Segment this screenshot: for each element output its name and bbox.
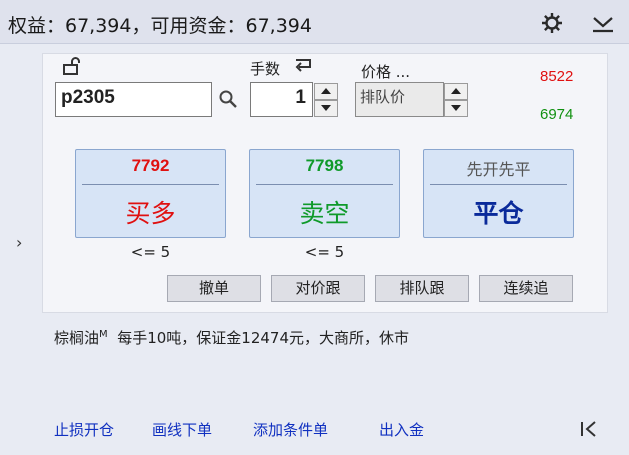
close-position-label: 平仓 [473,199,524,228]
follow-counter-price-button[interactable]: 对价跟 [271,275,365,302]
sell-short-label: 卖空 [299,199,350,228]
buy-price: 7792 [131,156,170,175]
quantity-up-button[interactable] [314,83,338,100]
buy-limit: <= 5 [130,243,171,261]
price-input[interactable]: 排队价 [355,82,444,117]
sell-limit: <= 5 [304,243,345,261]
buy-long-label: 买多 [125,199,176,228]
symbol-input[interactable]: p2305 [55,82,212,117]
close-mode: 先开先平 [466,160,531,179]
divider [430,184,567,185]
account-header: 权益：67,394，可用资金：67,394 [0,0,629,44]
close-position-button[interactable]: 先开先平 平仓 [423,149,574,238]
upper-limit-price: 8522 [540,68,574,85]
sell-price: 7798 [305,156,344,175]
line-order-link[interactable]: 画线下单 [152,419,212,440]
price-down-button[interactable] [444,100,468,117]
quantity-down-button[interactable] [314,100,338,117]
unlock-icon[interactable] [62,57,82,75]
search-icon[interactable] [218,89,238,109]
continuous-chase-button[interactable]: 连续追 [479,275,573,302]
lower-limit-price: 6974 [540,106,574,123]
collapse-icon[interactable] [590,10,616,36]
price-up-button[interactable] [444,83,468,100]
cancel-order-button[interactable]: 撤单 [167,275,261,302]
deposit-withdraw-link[interactable]: 出入金 [379,419,424,440]
gear-icon[interactable] [539,10,565,36]
add-condition-order-link[interactable]: 添加条件单 [253,419,328,440]
quantity-label: 手数 [250,60,281,78]
contract-name: 棕榈油 [54,329,100,347]
sell-short-button[interactable]: 7798 卖空 [249,149,400,238]
divider [82,184,219,185]
quantity-input[interactable]: 1 [250,82,313,117]
account-summary: 权益：67,394，可用资金：67,394 [8,15,312,37]
stop-loss-open-link[interactable]: 止损开仓 [54,419,114,440]
expand-arrow-icon[interactable]: › [16,233,22,252]
divider [256,184,393,185]
buy-long-button[interactable]: 7792 买多 [75,149,226,238]
follow-queue-price-button[interactable]: 排队跟 [375,275,469,302]
toggle-icon[interactable] [293,57,313,75]
contract-sup: M [99,329,108,340]
contract-detail: 每手10吨，保证金12474元，大商所，休市 [117,329,410,347]
contract-info: 棕榈油M 每手10吨，保证金12474元，大商所，休市 [54,327,409,348]
price-label[interactable]: 价格 ... [361,61,410,82]
first-page-icon[interactable] [579,419,599,439]
